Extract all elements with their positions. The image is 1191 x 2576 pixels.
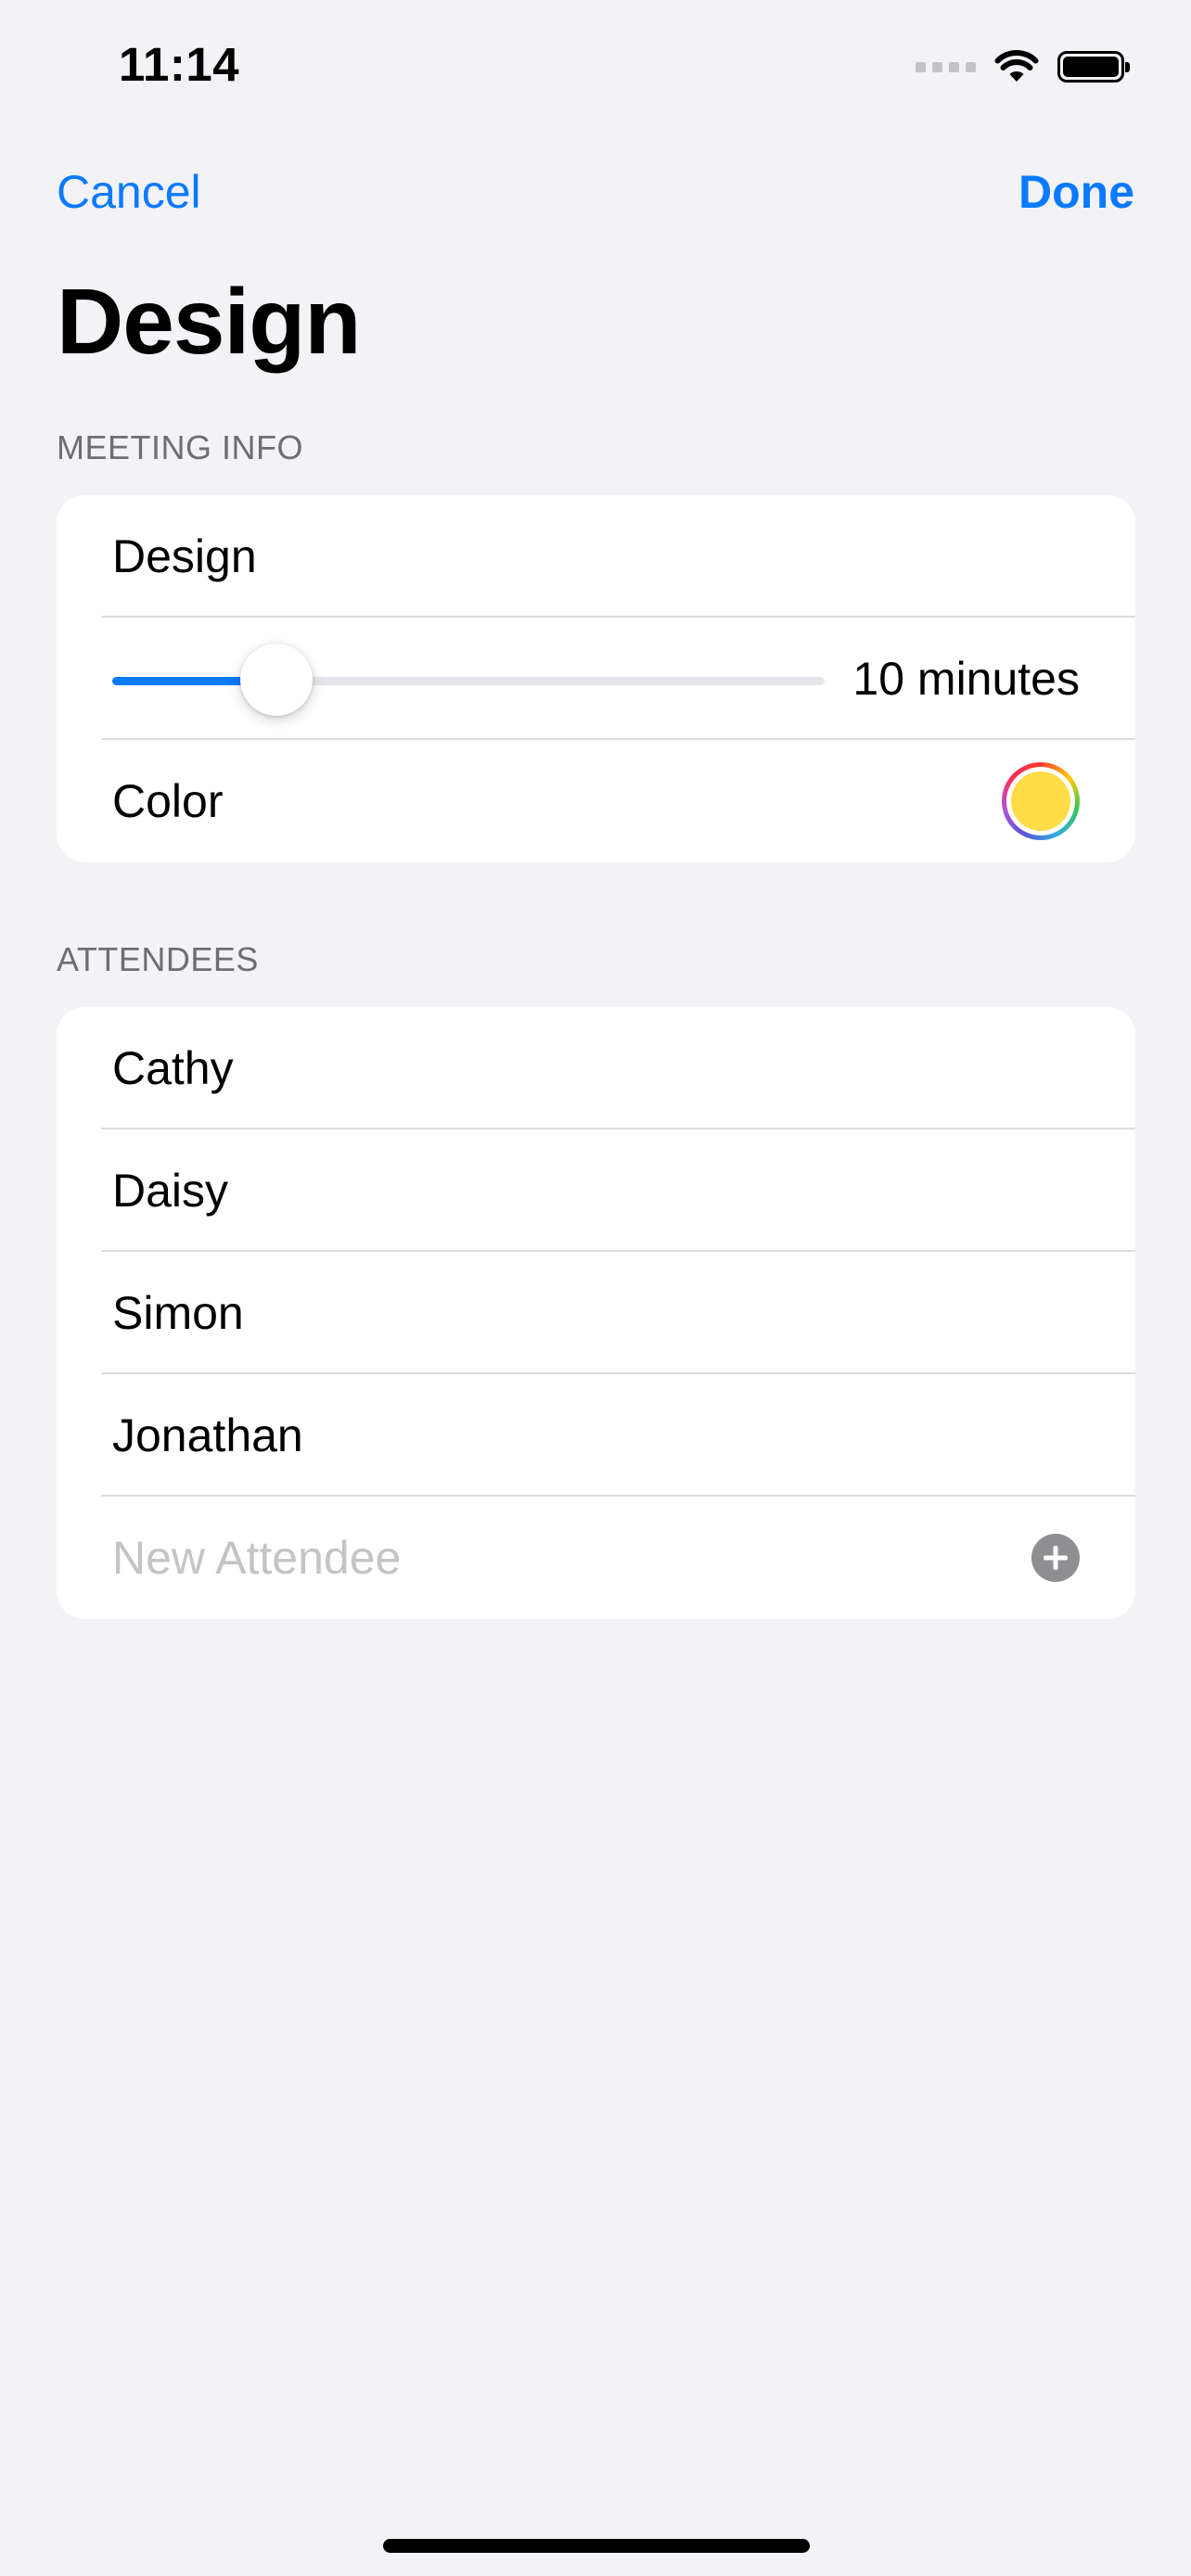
cancel-button[interactable]: Cancel [57, 165, 201, 219]
done-button[interactable]: Done [1018, 165, 1134, 219]
slider-thumb[interactable] [239, 644, 313, 716]
status-bar: 11:14 [0, 0, 1191, 130]
add-attendee-button[interactable] [1031, 1534, 1080, 1582]
attendees-group: Cathy Daisy Simon Jonathan [57, 1007, 1135, 1619]
cellular-signal-icon [916, 61, 976, 72]
new-attendee-row [57, 1497, 1135, 1619]
list-item[interactable]: Cathy [57, 1007, 1135, 1129]
battery-icon [1057, 51, 1130, 83]
list-item[interactable]: Daisy [57, 1129, 1135, 1252]
meeting-title-field[interactable]: Design [112, 529, 257, 583]
status-time: 11:14 [119, 38, 240, 91]
list-item[interactable]: Simon [57, 1252, 1135, 1374]
color-row: Color [57, 740, 1135, 862]
new-attendee-input[interactable] [112, 1531, 1013, 1585]
color-picker-button[interactable] [1002, 762, 1080, 840]
color-swatch [1011, 772, 1070, 831]
meeting-info-header: MEETING INFO [57, 428, 303, 466]
meeting-title-row[interactable]: Design [57, 495, 1135, 618]
attendee-name: Cathy [112, 1042, 234, 1094]
meeting-length-value: 10 minutes [852, 653, 1080, 705]
attendee-name: Jonathan [112, 1409, 303, 1461]
attendee-name: Simon [112, 1287, 244, 1339]
meeting-length-row: 10 minutes [57, 618, 1135, 740]
status-icons [916, 46, 1130, 87]
meeting-length-slider[interactable] [112, 642, 825, 716]
color-label: Color [112, 775, 224, 827]
home-indicator [383, 2539, 810, 2553]
attendee-name: Daisy [112, 1165, 229, 1217]
wifi-icon [994, 50, 1039, 82]
attendees-header: ATTENDEES [57, 940, 259, 978]
page-title: Design [57, 270, 361, 374]
meeting-info-group: Design 10 minutes Color [57, 495, 1135, 862]
list-item[interactable]: Jonathan [57, 1374, 1135, 1497]
